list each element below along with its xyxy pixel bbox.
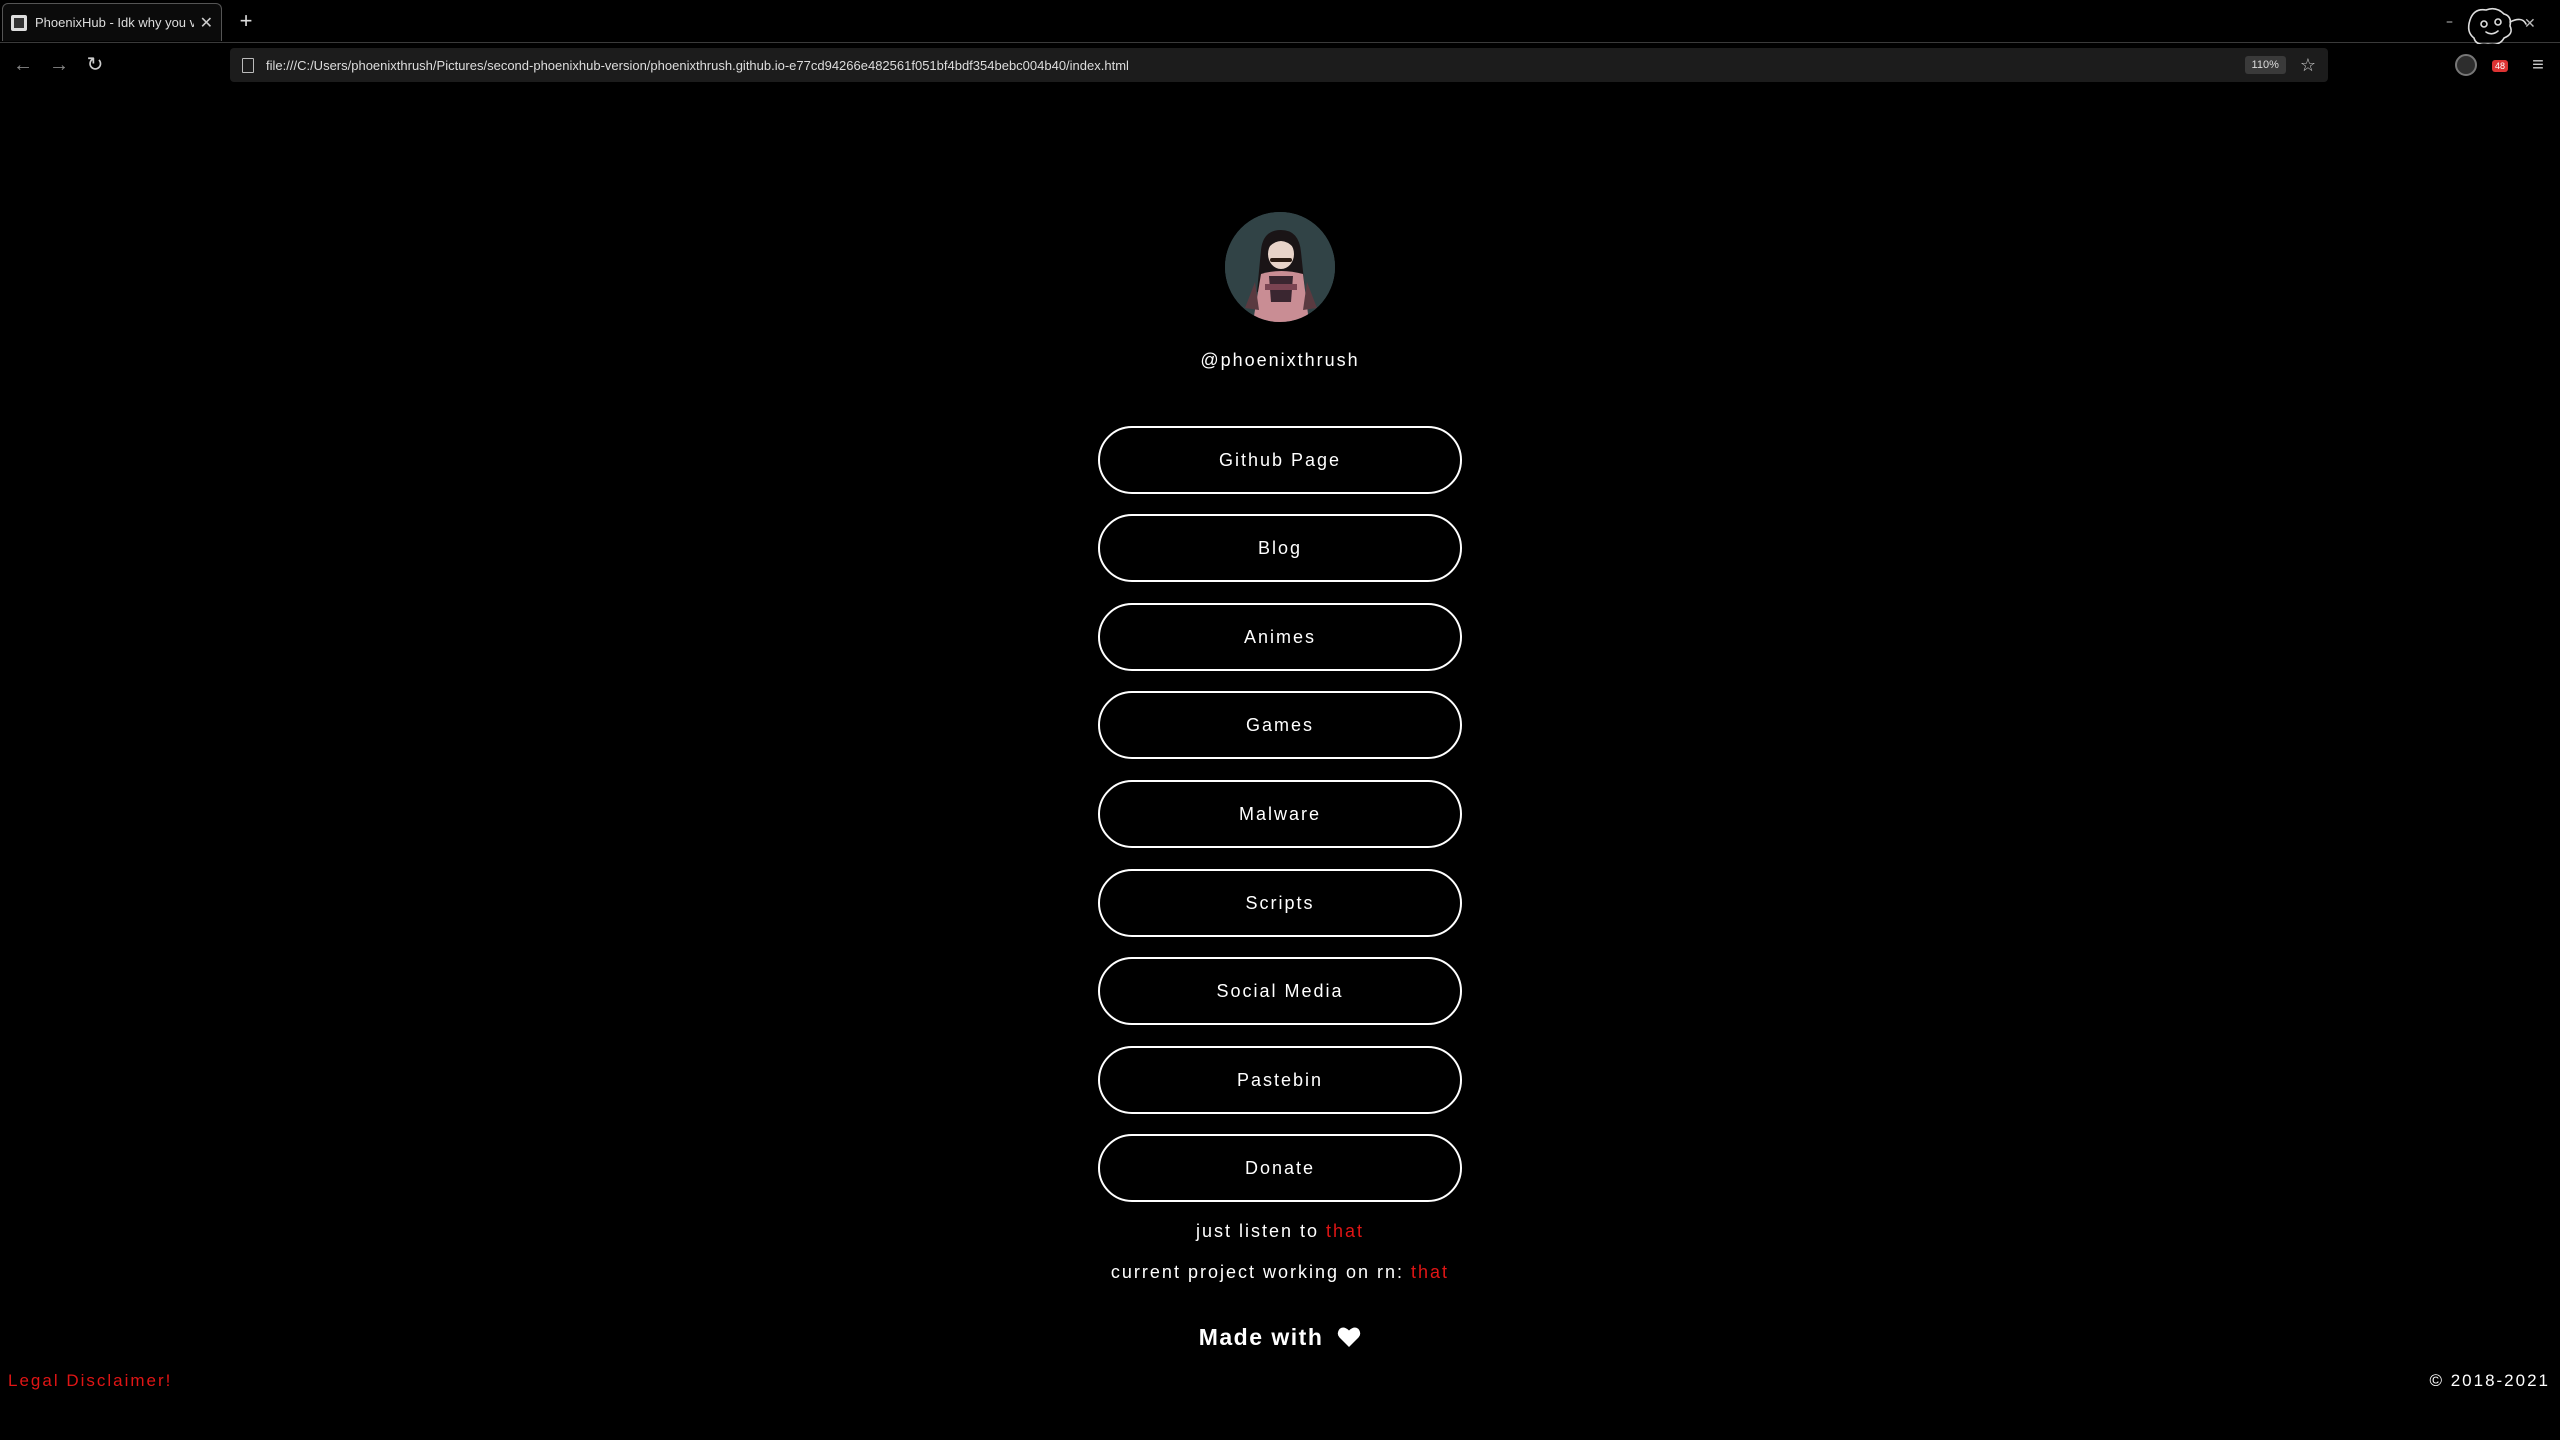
forward-arrow-icon[interactable]: → — [46, 52, 72, 78]
new-tab-button[interactable]: + — [234, 8, 258, 34]
back-arrow-icon[interactable]: ← — [10, 52, 36, 78]
listen-line: just listen to that — [980, 1221, 1580, 1242]
page-file-icon — [242, 57, 254, 73]
social-media-button[interactable]: Social Media — [1098, 957, 1462, 1025]
browser-nav-bar: ← → ↻ file:///C:/Users/phoenixthrush/Pic… — [0, 44, 2560, 86]
heart-icon — [1338, 1327, 1361, 1347]
svg-text:–: – — [2446, 14, 2453, 30]
malware-button[interactable]: Malware — [1098, 780, 1462, 848]
project-text: current project working on rn: — [1110, 1262, 1412, 1282]
donate-button[interactable]: Donate — [1098, 1134, 1462, 1202]
extension-badge: 48 — [2492, 60, 2509, 72]
tab-title: PhoenixHub - Idk why you visit — [35, 15, 194, 30]
avatar — [1225, 212, 1335, 322]
page-content: @phoenixthrush Github Page Blog Animes G… — [0, 86, 2560, 1440]
made-with-footer: Made with — [1080, 1324, 1480, 1351]
legal-disclaimer-link[interactable]: Legal Disclaimer! — [8, 1371, 172, 1391]
browser-tab[interactable]: PhoenixHub - Idk why you visit ✕ — [2, 3, 222, 41]
page-favicon-icon — [11, 14, 27, 31]
zoom-level-badge[interactable]: 110% — [2244, 56, 2286, 74]
avatar-image — [1225, 212, 1335, 322]
url-text[interactable]: file:///C:/Users/phoenixthrush/Pictures/… — [266, 58, 2245, 73]
listen-link[interactable]: that — [1326, 1221, 1364, 1241]
bookmark-star-icon[interactable]: ☆ — [2300, 55, 2316, 76]
close-tab-icon[interactable]: ✕ — [200, 13, 213, 33]
reload-icon[interactable]: ↻ — [82, 52, 108, 78]
games-button[interactable]: Games — [1098, 691, 1462, 759]
scripts-button[interactable]: Scripts — [1098, 869, 1462, 937]
made-with-text: Made with — [1198, 1324, 1324, 1350]
copyright-text: © 2018-2021 — [2429, 1371, 2550, 1390]
blog-button[interactable]: Blog — [1098, 514, 1462, 582]
listen-text: just listen to — [1195, 1221, 1326, 1241]
address-bar[interactable]: file:///C:/Users/phoenixthrush/Pictures/… — [230, 48, 2328, 82]
animes-button[interactable]: Animes — [1098, 603, 1462, 671]
profile-handle: @phoenixthrush — [1200, 350, 1360, 370]
browser-tab-bar: PhoenixHub - Idk why you visit ✕ + – ✕ — [0, 0, 2560, 67]
pastebin-button[interactable]: Pastebin — [1098, 1046, 1462, 1114]
project-link[interactable]: that — [1411, 1262, 1449, 1282]
hamburger-menu-icon[interactable]: ≡ — [2526, 52, 2550, 78]
github-page-button[interactable]: Github Page — [1098, 426, 1462, 494]
svg-text:✕: ✕ — [2524, 16, 2536, 32]
extension-icon[interactable] — [2455, 54, 2477, 76]
project-line: current project working on rn: that — [980, 1262, 1580, 1283]
